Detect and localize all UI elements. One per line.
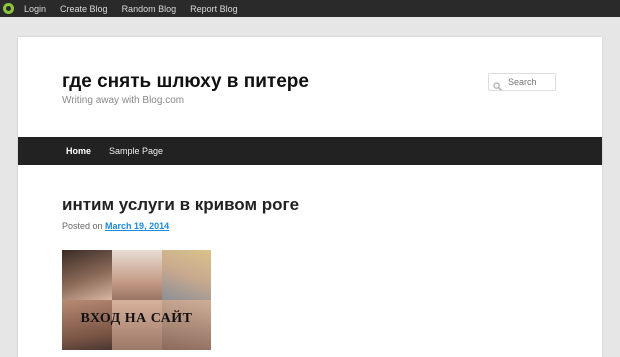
admin-bar: Login Create Blog Random Blog Report Blo…	[0, 0, 620, 17]
search-input[interactable]	[508, 77, 556, 87]
posted-on-label: Posted on	[62, 221, 103, 231]
blog-logo-icon[interactable]	[3, 3, 14, 14]
post-title[interactable]: интим услуги в кривом роге	[62, 195, 299, 215]
post-meta: Posted on March 19, 2014	[62, 221, 169, 231]
page-container: где снять шлюху в питере Writing away wi…	[18, 37, 602, 357]
image-caption: ВХОД НА САЙТ	[80, 311, 193, 326]
post-image[interactable]: ВХОД НА САЙТ	[62, 250, 211, 350]
nav-item-home[interactable]: Home	[66, 146, 91, 156]
search-box[interactable]	[488, 73, 556, 91]
nav-item-sample-page[interactable]: Sample Page	[109, 146, 163, 156]
site-title[interactable]: где снять шлюху в питере	[62, 71, 309, 93]
site-description: Writing away with Blog.com	[62, 95, 185, 106]
search-icon	[493, 78, 502, 91]
post-date-link[interactable]: March 19, 2014	[105, 221, 169, 231]
main-nav: Home Sample Page	[18, 137, 602, 165]
random-blog-link[interactable]: Random Blog	[122, 4, 177, 14]
create-blog-link[interactable]: Create Blog	[60, 4, 108, 14]
report-blog-link[interactable]: Report Blog	[190, 4, 238, 14]
login-link[interactable]: Login	[24, 4, 46, 14]
